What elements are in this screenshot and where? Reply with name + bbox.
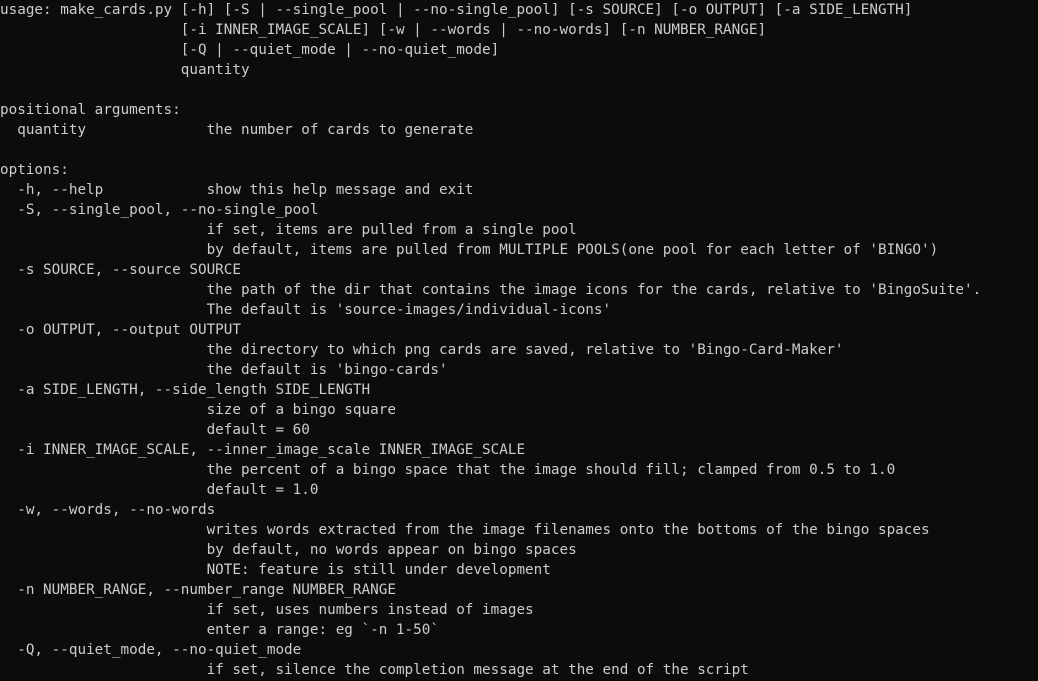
- option-description: default = 60: [0, 422, 310, 438]
- option-description: the default is 'bingo-cards': [0, 362, 448, 378]
- number-range-option: -n NUMBER_RANGE, --number_range NUMBER_R…: [0, 582, 396, 598]
- usage-line-2: [-i INNER_IMAGE_SCALE] [-w | --words | -…: [0, 22, 767, 38]
- option-description: The default is 'source-images/individual…: [0, 302, 612, 318]
- option-description: if set, uses numbers instead of images: [0, 602, 534, 618]
- option-description: if set, items are pulled from a single p…: [0, 222, 577, 238]
- terminal-output[interactable]: usage: make_cards.py [-h] [-S | --single…: [0, 0, 1038, 681]
- output-option: -o OUTPUT, --output OUTPUT: [0, 322, 242, 338]
- option-description: size of a bingo square: [0, 402, 396, 418]
- single-pool-option: -S, --single_pool, --no-single_pool: [0, 202, 319, 218]
- option-description: if set, silence the completion message a…: [0, 662, 749, 678]
- option-description: writes words extracted from the image fi…: [0, 522, 930, 538]
- help-option: -h, --help show this help message and ex…: [0, 182, 474, 198]
- option-description: enter a range: eg `-n 1-50`: [0, 622, 439, 638]
- options-heading: options:: [0, 162, 69, 178]
- positional-arguments-heading: positional arguments:: [0, 102, 181, 118]
- option-description: the percent of a bingo space that the im…: [0, 462, 896, 478]
- option-description: the directory to which png cards are sav…: [0, 342, 844, 358]
- words-option: -w, --words, --no-words: [0, 502, 216, 518]
- option-description: by default, items are pulled from MULTIP…: [0, 242, 939, 258]
- option-description: NOTE: feature is still under development: [0, 562, 551, 578]
- option-description: by default, no words appear on bingo spa…: [0, 542, 577, 558]
- quiet-mode-option: -Q, --quiet_mode, --no-quiet_mode: [0, 642, 302, 658]
- quantity-argument: quantity the number of cards to generate: [0, 122, 474, 138]
- option-description: default = 1.0: [0, 482, 319, 498]
- usage-line-4: quantity: [0, 62, 250, 78]
- usage-line-1: usage: make_cards.py [-h] [-S | --single…: [0, 2, 913, 18]
- usage-line-3: [-Q | --quiet_mode | --no-quiet_mode]: [0, 42, 500, 58]
- side-length-option: -a SIDE_LENGTH, --side_length SIDE_LENGT…: [0, 382, 371, 398]
- source-option: -s SOURCE, --source SOURCE: [0, 262, 242, 278]
- option-description: the path of the dir that contains the im…: [0, 282, 982, 298]
- inner-image-scale-option: -i INNER_IMAGE_SCALE, --inner_image_scal…: [0, 442, 526, 458]
